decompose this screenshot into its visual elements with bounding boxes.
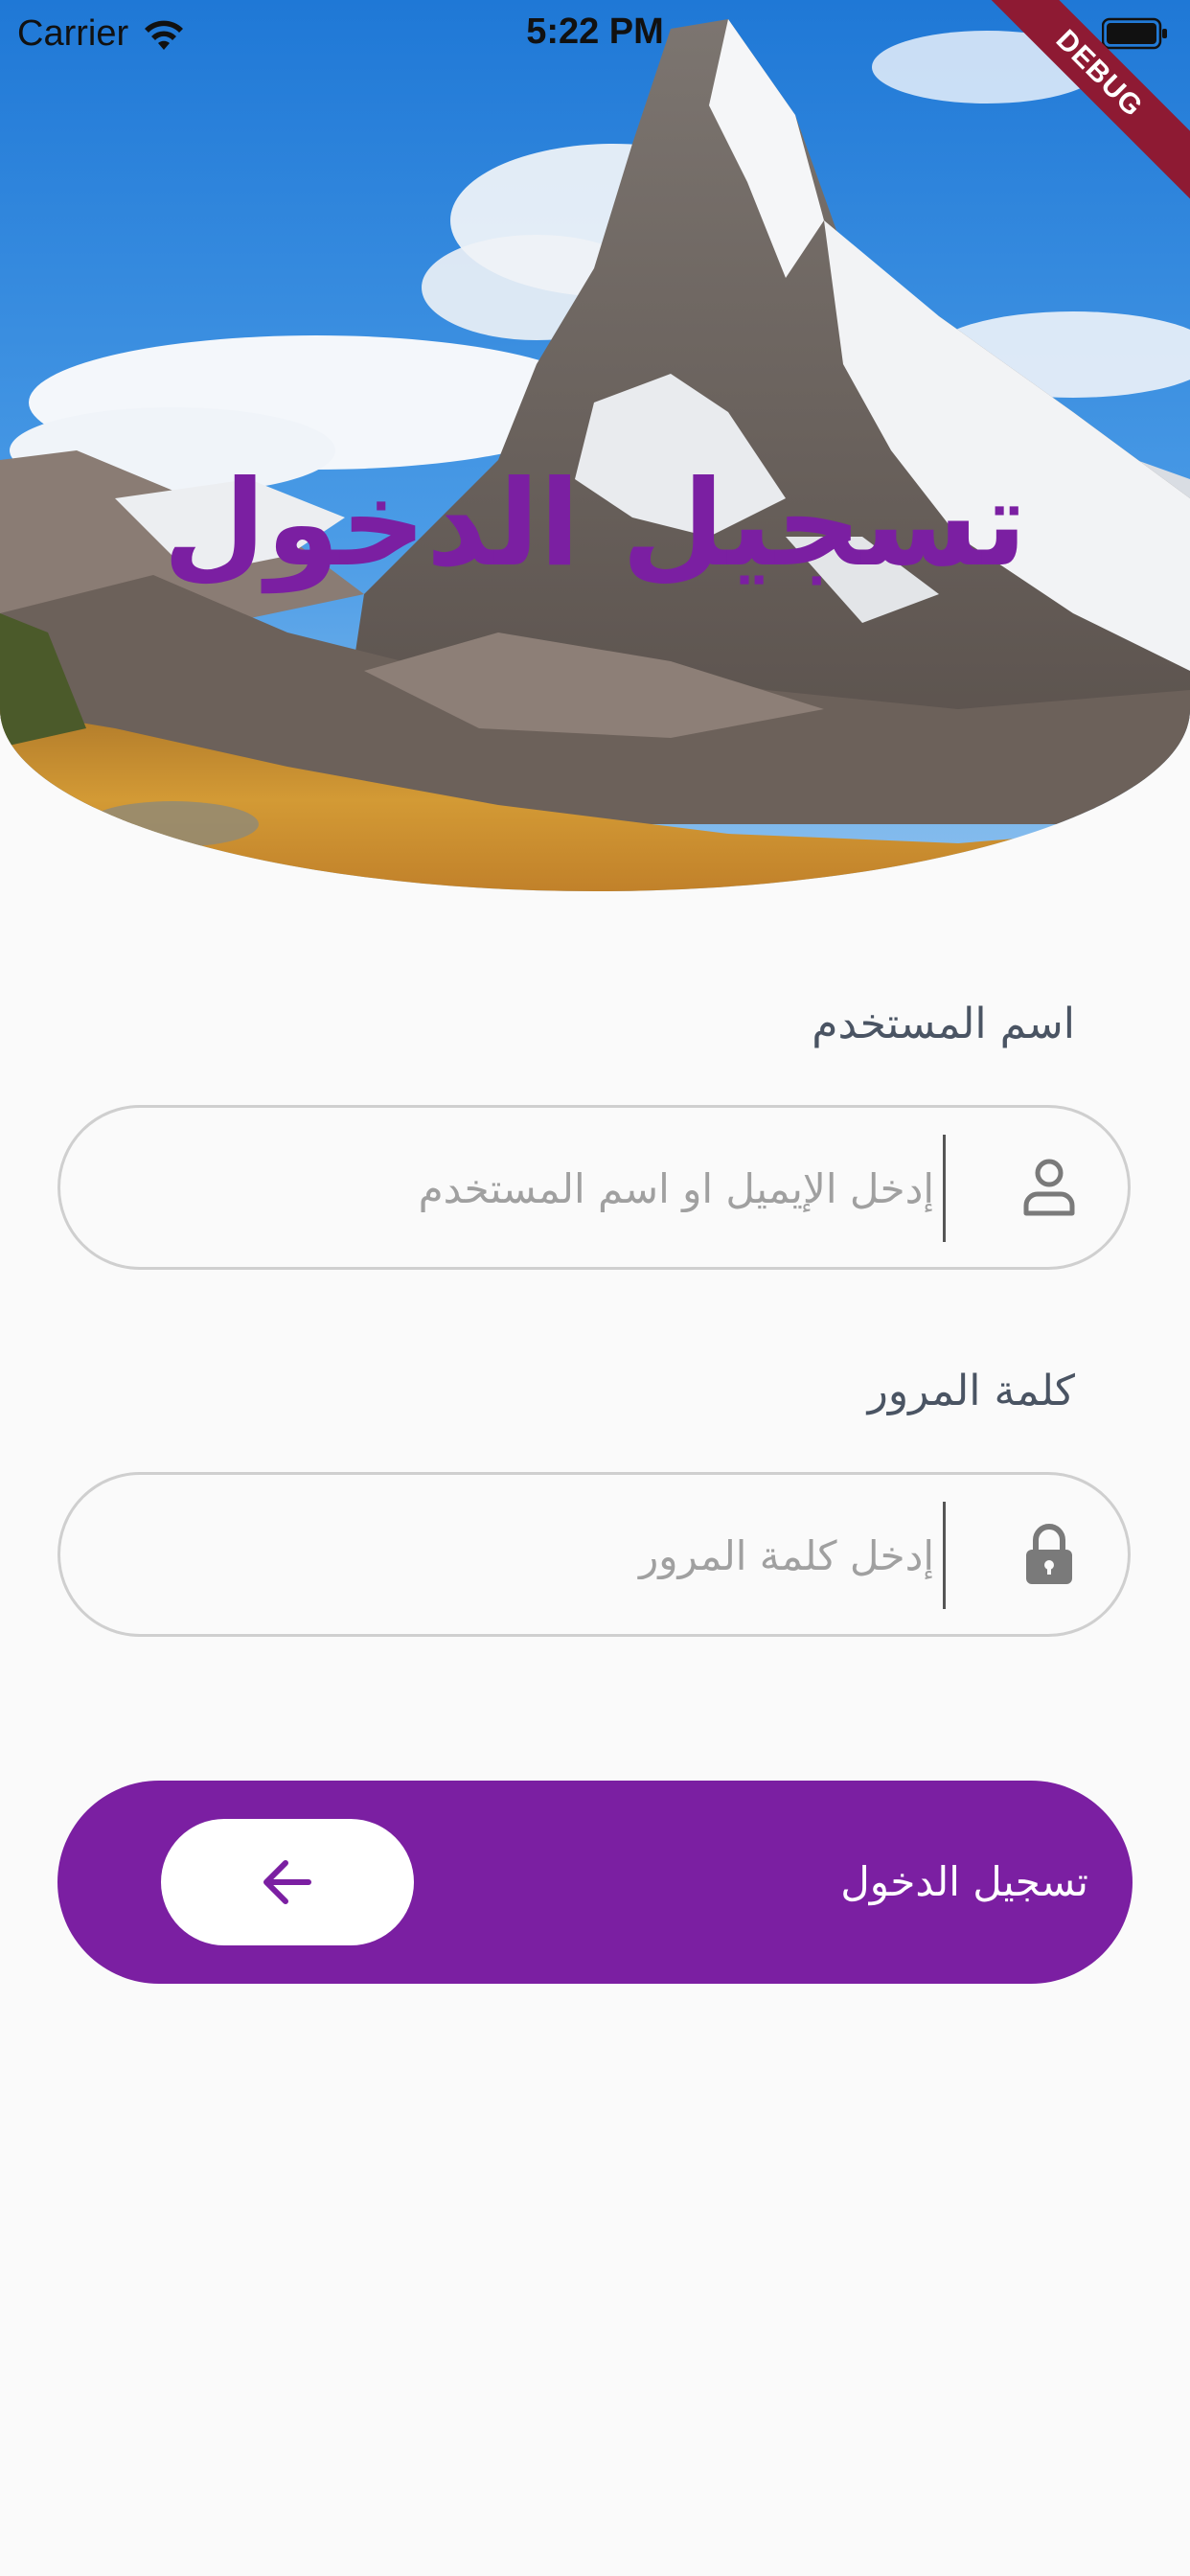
password-label: كلمة المرور — [867, 1367, 1075, 1415]
username-label: اسم المستخدم — [812, 1000, 1075, 1048]
battery-icon — [1102, 17, 1167, 50]
arrow-left-icon — [263, 1860, 311, 1904]
username-field[interactable] — [57, 1105, 1131, 1270]
user-icon — [1023, 1159, 1075, 1216]
lock-icon — [1026, 1524, 1072, 1584]
header-image — [0, 0, 1190, 891]
login-button-label: تسجيل الدخول — [840, 1858, 1088, 1905]
input-divider — [943, 1502, 946, 1609]
input-divider — [943, 1135, 946, 1242]
login-button[interactable]: تسجيل الدخول — [57, 1781, 1133, 1984]
username-input[interactable] — [99, 1108, 936, 1269]
password-input[interactable] — [99, 1475, 936, 1636]
password-field[interactable] — [57, 1472, 1131, 1637]
page-title: تسجيل الدخول — [163, 455, 1027, 593]
login-arrow-button[interactable] — [161, 1819, 414, 1945]
mountain-image — [0, 0, 1190, 891]
